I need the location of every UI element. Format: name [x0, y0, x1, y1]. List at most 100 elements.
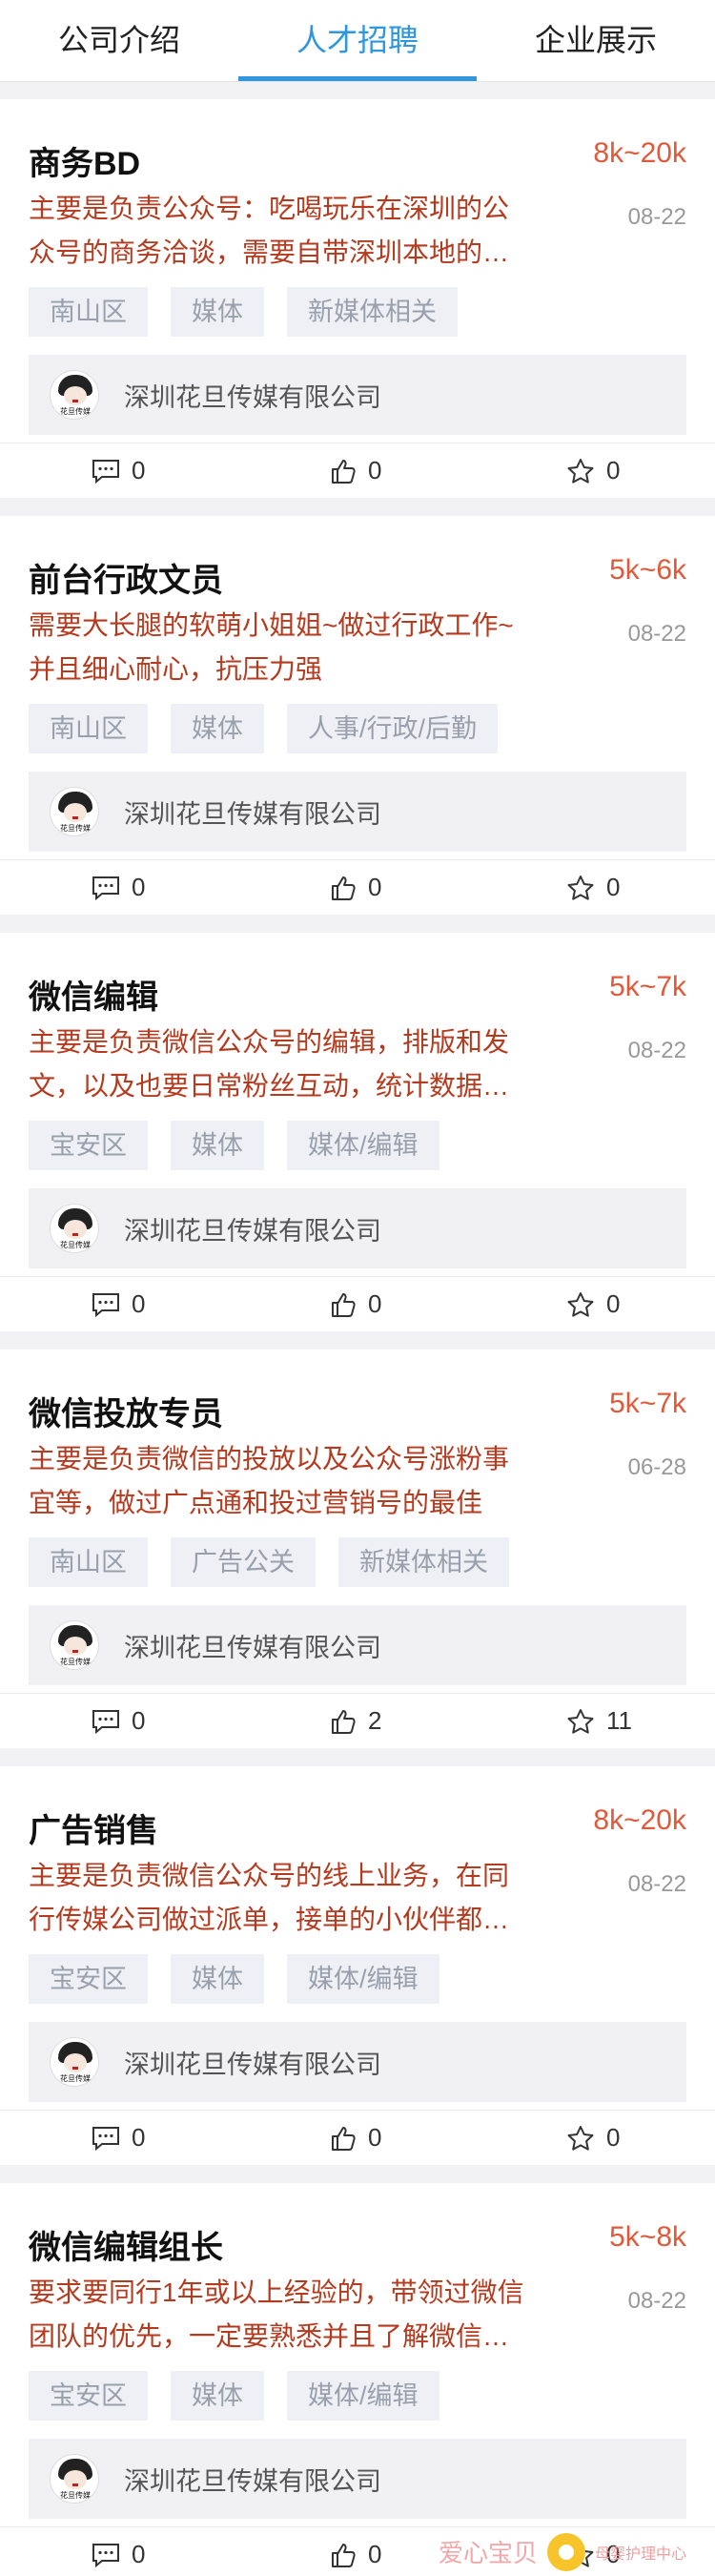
company-row[interactable]: 花旦传媒 深圳花旦传媒有限公司 [29, 2022, 686, 2102]
job-card[interactable]: 商务BD 8k~20k 主要是负责公众号：吃喝玩乐在深圳的公众号的商务洽谈，需要自带… [0, 99, 715, 498]
comment-button[interactable]: 0 [92, 456, 145, 485]
like-count: 0 [368, 456, 382, 484]
company-logo: 花旦传媒 [50, 2454, 99, 2504]
tab-company-intro[interactable]: 公司介绍 [0, 0, 238, 81]
divider [0, 859, 715, 860]
company-row[interactable]: 花旦传媒 深圳花旦传媒有限公司 [29, 1188, 686, 1268]
thumbs-up-icon [330, 1291, 357, 1318]
company-logo: 花旦传媒 [50, 1204, 99, 1253]
favorite-button[interactable]: 0 [566, 1289, 620, 1319]
favorite-button[interactable]: 0 [566, 873, 620, 902]
job-tag: 媒体 [171, 1121, 264, 1170]
job-salary: 5k~7k [609, 1388, 686, 1419]
favorite-count: 0 [606, 873, 621, 901]
favorite-button[interactable]: 0 [566, 456, 620, 485]
job-card[interactable]: 微信投放专员 5k~7k 主要是负责微信的投放以及公众号涨粉事宜等，做过广点通和投过… [0, 1350, 715, 1748]
comment-button[interactable]: 0 [92, 873, 145, 902]
favorite-count: 0 [606, 1289, 621, 1318]
job-card[interactable]: 前台行政文员 5k~6k 需要大长腿的软萌小姐姐~做过行政工作~并且细心耐心，抗压力… [0, 516, 715, 915]
job-description: 主要是负责微信公众号的编辑，排版和发文，以及也要日常粉丝互动，统计数据… [29, 1027, 510, 1101]
like-button[interactable]: 2 [330, 1706, 381, 1736]
job-title: 广告销售 [29, 1813, 158, 1849]
job-tags: 宝安区 媒体 媒体/编辑 [29, 1954, 439, 2004]
job-title: 商务BD [29, 146, 141, 182]
job-salary: 5k~7k [609, 971, 686, 1002]
job-tag: 宝安区 [29, 1954, 148, 2004]
watermark: 爱心宝贝 母婴护理中心 [439, 2527, 715, 2576]
comment-count: 0 [132, 873, 146, 901]
like-count: 2 [368, 1706, 382, 1735]
favorite-count: 0 [606, 456, 621, 484]
like-button[interactable]: 0 [330, 2540, 381, 2569]
job-tags: 南山区 媒体 新媒体相关 [29, 287, 458, 337]
like-button[interactable]: 0 [330, 456, 381, 485]
company-name: 深圳花旦传媒有限公司 [124, 799, 381, 829]
job-title: 微信投放专员 [29, 1396, 223, 1432]
star-icon [566, 458, 595, 484]
company-name: 深圳花旦传媒有限公司 [124, 2050, 381, 2079]
job-card[interactable]: 微信编辑组长 5k~8k 要求要同行1年或以上经验的，带领过微信团队的优先，一定要熟… [0, 2183, 715, 2576]
job-tag: 媒体/编辑 [287, 2371, 439, 2421]
company-logo: 花旦传媒 [50, 787, 99, 836]
comment-button[interactable]: 0 [92, 2123, 145, 2153]
comment-icon [92, 459, 120, 484]
watermark-logo [547, 2532, 586, 2571]
like-count: 0 [368, 1289, 382, 1318]
company-name: 深圳花旦传媒有限公司 [124, 382, 381, 412]
job-salary: 5k~6k [609, 554, 686, 586]
comment-button[interactable]: 0 [92, 1706, 145, 1736]
like-button[interactable]: 0 [330, 2123, 381, 2153]
comment-icon [92, 2126, 120, 2151]
job-title: 前台行政文员 [29, 563, 223, 599]
company-row[interactable]: 花旦传媒 深圳花旦传媒有限公司 [29, 2439, 686, 2519]
job-tags: 宝安区 媒体 媒体/编辑 [29, 1121, 439, 1170]
comment-count: 0 [132, 1289, 146, 1318]
like-count: 0 [368, 2540, 382, 2568]
job-date: 08-22 [627, 1871, 686, 1897]
job-tag: 广告公关 [171, 1537, 316, 1587]
favorite-button[interactable]: 0 [566, 2123, 620, 2153]
comment-icon [92, 2543, 120, 2567]
thumbs-up-icon [330, 2125, 357, 2152]
job-salary: 8k~20k [593, 137, 686, 169]
job-card[interactable]: 广告销售 8k~20k 主要是负责微信公众号的线上业务，在同行传媒公司做过派单，接单… [0, 1766, 715, 2165]
star-icon [566, 1291, 595, 1318]
divider [0, 1276, 715, 1277]
comment-icon [92, 1709, 120, 1734]
like-count: 0 [368, 2123, 382, 2152]
comment-count: 0 [132, 1706, 146, 1735]
favorite-button[interactable]: 11 [566, 1706, 632, 1736]
job-description: 主要是负责微信公众号的线上业务，在同行传媒公司做过派单，接单的小伙伴都… [29, 1861, 510, 1934]
company-logo: 花旦传媒 [50, 2037, 99, 2087]
comment-button[interactable]: 0 [92, 2540, 145, 2569]
comment-button[interactable]: 0 [92, 1289, 145, 1319]
job-tag: 宝安区 [29, 1121, 148, 1170]
job-tag: 宝安区 [29, 2371, 148, 2421]
company-logo: 花旦传媒 [50, 1620, 99, 1670]
favorite-count: 0 [606, 2123, 621, 2152]
comment-count: 0 [132, 2123, 146, 2152]
star-icon [566, 1708, 595, 1735]
comment-count: 0 [132, 2540, 146, 2568]
job-date: 08-22 [627, 2288, 686, 2314]
job-tag: 媒体 [171, 2371, 264, 2421]
job-title: 微信编辑 [29, 979, 158, 1016]
job-tag: 南山区 [29, 287, 148, 337]
job-tag: 媒体/编辑 [287, 1954, 439, 2004]
job-card[interactable]: 微信编辑 5k~7k 主要是负责微信公众号的编辑，排版和发文，以及也要日常粉丝互动，… [0, 933, 715, 1331]
tab-company-showcase[interactable]: 企业展示 [477, 0, 715, 81]
like-button[interactable]: 0 [330, 873, 381, 902]
job-tag: 媒体 [171, 1954, 264, 2004]
job-tag: 南山区 [29, 704, 148, 753]
company-row[interactable]: 花旦传媒 深圳花旦传媒有限公司 [29, 355, 686, 435]
divider [0, 2110, 715, 2111]
company-row[interactable]: 花旦传媒 深圳花旦传媒有限公司 [29, 772, 686, 852]
like-button[interactable]: 0 [330, 1289, 381, 1319]
job-tag: 人事/行政/后勤 [287, 704, 499, 753]
job-tag: 新媒体相关 [338, 1537, 509, 1587]
comment-count: 0 [132, 456, 146, 484]
company-name: 深圳花旦传媒有限公司 [124, 2466, 381, 2496]
tab-recruitment[interactable]: 人才招聘 [238, 0, 477, 81]
company-row[interactable]: 花旦传媒 深圳花旦传媒有限公司 [29, 1605, 686, 1685]
job-tag: 媒体/编辑 [287, 1121, 439, 1170]
